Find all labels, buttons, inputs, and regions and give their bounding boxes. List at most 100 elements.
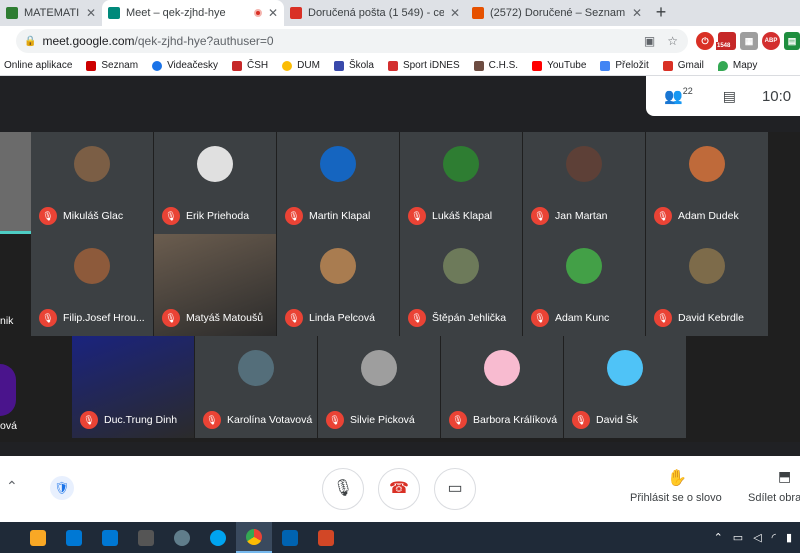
participant-tile[interactable]: 🎙 Karolína Votavová bbox=[195, 336, 317, 438]
mic-off-icon: 🎙 bbox=[531, 309, 549, 327]
present-label[interactable]: Sdílet obraz bbox=[748, 492, 800, 504]
extension-grey-icon[interactable]: ▦ bbox=[740, 32, 758, 50]
camera-permission-icon[interactable]: ▣ bbox=[644, 34, 655, 48]
taskbar-powerpoint[interactable] bbox=[308, 522, 344, 553]
bookmark-star-icon[interactable]: ☆ bbox=[667, 34, 678, 48]
bookmark-prelozit[interactable]: Přeložit bbox=[600, 60, 649, 71]
participant-name: Linda Pelcová bbox=[309, 312, 375, 324]
taskbar-file-explorer[interactable] bbox=[20, 522, 56, 553]
participant-tile[interactable]: 🎙 Štěpán Jehlička bbox=[400, 234, 522, 336]
participant-tile[interactable]: 🎙 Linda Pelcová bbox=[277, 234, 399, 336]
battery-icon[interactable]: ▮ bbox=[786, 531, 792, 544]
participant-tile[interactable]: 🎙 Lukáš Klapal bbox=[400, 132, 522, 234]
bookmark-csh[interactable]: ČSH bbox=[232, 60, 268, 71]
participant-name: Jan Martan bbox=[555, 210, 608, 222]
close-icon[interactable]: ✕ bbox=[450, 6, 460, 20]
close-icon[interactable]: ✕ bbox=[268, 6, 278, 20]
close-icon[interactable]: ✕ bbox=[86, 6, 96, 20]
mic-off-icon: 🎙 bbox=[408, 309, 426, 327]
microphone-icon: 🎙 bbox=[332, 480, 354, 497]
avatar bbox=[607, 350, 643, 386]
bookmark-gmail[interactable]: Gmail bbox=[662, 60, 704, 71]
taskbar-edge[interactable] bbox=[200, 522, 236, 553]
adblock-icon[interactable]: ABP bbox=[762, 32, 780, 50]
participant-tile[interactable]: 🎙 Martin Klapal bbox=[277, 132, 399, 234]
hang-up-button[interactable]: ☎ bbox=[378, 468, 420, 510]
bookmark-dum[interactable]: DUM bbox=[282, 60, 320, 71]
url-host: meet.google.com bbox=[42, 34, 135, 48]
participant-name: David Šk bbox=[596, 414, 639, 426]
mic-off-icon: 🎙 bbox=[654, 207, 672, 225]
skola-icon bbox=[333, 60, 344, 71]
chevron-up-icon[interactable]: ⌃ bbox=[6, 478, 18, 495]
participant-tile[interactable]: 🎙 David Šk bbox=[564, 336, 686, 438]
close-icon[interactable]: ✕ bbox=[632, 6, 642, 20]
participant-tile[interactable]: 🎙 Silvie Picková bbox=[318, 336, 440, 438]
network-icon[interactable]: ▭ bbox=[733, 531, 743, 544]
participant-tile[interactable]: 🎙 David Kebrdle bbox=[646, 234, 768, 336]
participant-tile[interactable]: 🎙 Adam Dudek bbox=[646, 132, 768, 234]
meet-stage: 👥 22 ▤ 10:0 nik ová 🎙 Mikuláš Glac 🎙 Erik P… bbox=[0, 76, 800, 456]
translate-icon bbox=[600, 60, 611, 71]
taskbar-photos[interactable] bbox=[272, 522, 308, 553]
address-bar[interactable]: 🔒 meet.google.com/qek-zjhd-hye?authuser=… bbox=[16, 29, 688, 53]
taskbar-camera[interactable] bbox=[164, 522, 200, 553]
tab-matematika[interactable]: MATEMATIKA 7.A ✕ bbox=[0, 0, 102, 26]
chevron-up-icon[interactable]: ⌃ bbox=[714, 531, 723, 544]
taskbar-mail[interactable] bbox=[92, 522, 128, 553]
participant-tile[interactable]: 🎙 Duc.Trung Dinh bbox=[72, 336, 194, 438]
participant-tile[interactable]: 🎙 Mikuláš Glac bbox=[31, 132, 153, 234]
bookmark-online-aplikace[interactable]: Online aplikace bbox=[4, 60, 72, 71]
avatar bbox=[238, 350, 274, 386]
tab-gmail[interactable]: Doručená pošta (1 549) - cervenk ✕ bbox=[284, 0, 466, 26]
participant-tile[interactable]: 🎙 Filip.Josef Hrou... bbox=[31, 234, 153, 336]
bookmark-label: C.H.S. bbox=[488, 60, 519, 71]
taskbar-calculator[interactable] bbox=[128, 522, 164, 553]
new-tab-button[interactable]: + bbox=[648, 0, 674, 26]
bookmark-skola[interactable]: Škola bbox=[333, 60, 374, 71]
bookmark-label: Gmail bbox=[677, 60, 704, 71]
people-icon[interactable]: 👥 bbox=[664, 87, 683, 105]
chs-icon bbox=[473, 60, 484, 71]
mic-off-icon: 🎙 bbox=[572, 411, 590, 429]
mic-off-icon: 🎙 bbox=[162, 309, 180, 327]
mic-off-icon: 🎙 bbox=[408, 207, 426, 225]
participant-name: Adam Kunc bbox=[555, 312, 610, 324]
bookmark-sport-idnes[interactable]: Sport iDNES bbox=[387, 60, 460, 71]
participant-tile[interactable]: 🎙 Jan Martan bbox=[523, 132, 645, 234]
lock-icon[interactable]: 🔒 bbox=[24, 36, 36, 47]
taskbar-store[interactable] bbox=[56, 522, 92, 553]
seznam-icon bbox=[86, 60, 97, 71]
shield-lock-icon[interactable]: 🛡 bbox=[50, 476, 74, 500]
chat-icon[interactable]: ▤ bbox=[723, 88, 736, 105]
taskbar-chrome[interactable] bbox=[236, 522, 272, 553]
bookmark-chs[interactable]: C.H.S. bbox=[473, 60, 519, 71]
microphone-button[interactable]: 🎙 bbox=[322, 468, 364, 510]
participant-tile[interactable]: 🎙 Matyáš Matoušů bbox=[154, 234, 276, 336]
avatar bbox=[197, 146, 233, 182]
participant-tile[interactable]: 🎙 Barbora Králíková bbox=[441, 336, 563, 438]
bookmark-seznam[interactable]: Seznam bbox=[86, 60, 138, 71]
raise-hand-icon[interactable]: ✋ bbox=[667, 468, 687, 488]
tab-meet[interactable]: Meet – qek-zjhd-hye ✕ bbox=[102, 0, 284, 26]
avatar bbox=[320, 146, 356, 182]
bookmark-youtube[interactable]: YouTube bbox=[532, 60, 586, 71]
system-tray: ⌃ ▭ ◁ ◜ ▮ bbox=[714, 531, 800, 544]
participant-tile[interactable]: 🎙 Erik Priehoda bbox=[154, 132, 276, 234]
volume-icon[interactable]: ◁ bbox=[753, 531, 761, 544]
bookmark-mapy[interactable]: Mapy bbox=[717, 60, 757, 71]
extension-red-icon[interactable]: ⏻ bbox=[696, 32, 714, 50]
wifi-icon[interactable]: ◜ bbox=[772, 531, 776, 544]
participant-tile[interactable]: 🎙 Adam Kunc bbox=[523, 234, 645, 336]
present-screen-icon[interactable]: ⬒ bbox=[778, 468, 791, 485]
windows-taskbar: ⌃ ▭ ◁ ◜ ▮ bbox=[0, 522, 800, 553]
raise-hand-label[interactable]: Přihlásit se o slovo bbox=[630, 492, 722, 504]
mail-extension-icon[interactable]: 1548 bbox=[716, 32, 736, 50]
photos-icon bbox=[282, 529, 298, 546]
bookmark-videacesky[interactable]: Videačesky bbox=[152, 60, 218, 71]
extension-green-icon[interactable]: ▤ bbox=[784, 32, 800, 50]
partial-tile-row2: nik bbox=[0, 262, 30, 327]
tab-seznam-email[interactable]: (2572) Doručené – Seznam Email ✕ bbox=[466, 0, 648, 26]
url-path: /qek-zjhd-hye?authuser=0 bbox=[134, 34, 274, 48]
camera-button[interactable]: ▭ bbox=[434, 468, 476, 510]
